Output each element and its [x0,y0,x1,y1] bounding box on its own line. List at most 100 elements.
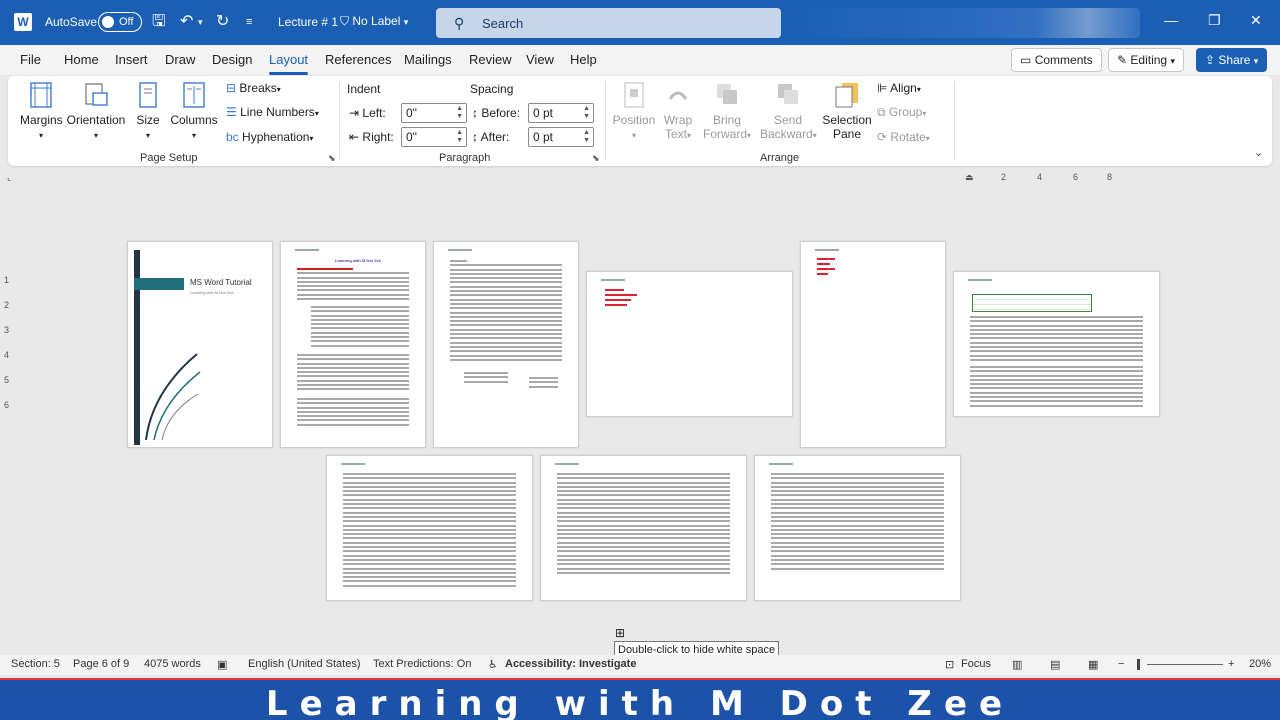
hide-white-space-cursor-icon: ⊞ [615,626,626,640]
collapse-ribbon-icon[interactable]: ⌄ [1254,146,1263,159]
page-thumbnail-2[interactable]: Learning with M Dot Zee [280,241,426,448]
maximize-icon[interactable]: ❐ [1208,12,1221,29]
search-icon: ⚲ [454,15,465,31]
comment-icon: ▭ [1020,53,1032,67]
web-layout-icon[interactable]: ▦ [1088,658,1098,671]
page-thumbnail-5[interactable] [800,241,946,448]
spacing-before-input[interactable]: 0 pt ▲ ▼ [528,103,594,123]
orientation-button[interactable]: Orientation ▾ [66,81,126,141]
zoom-out-icon[interactable]: − [1118,658,1124,670]
tab-file[interactable]: File [20,52,41,67]
wrap-text-button[interactable]: Wrap Text▾ [660,81,696,141]
zoom-in-icon[interactable]: + [1228,658,1234,670]
vertical-ruler[interactable]: 1 2 3 4 5 6 [4,260,16,410]
size-button[interactable]: Size ▾ [132,81,164,141]
spinner-icon[interactable]: ▲ ▼ [583,129,590,145]
zoom-level[interactable]: 20% [1249,658,1271,670]
ribbon-tabs: File Home Insert Draw Design Layout Refe… [0,45,1280,75]
document-title[interactable]: Lecture # 1 [278,15,338,29]
tab-review[interactable]: Review [469,52,512,67]
read-mode-icon[interactable]: ▥ [1012,658,1022,671]
breaks-button[interactable]: ⊟ Breaks▾ [226,81,281,95]
zoom-slider[interactable] [1147,664,1223,665]
wrap-text-icon [668,91,688,100]
indent-marker-icon[interactable]: ⏏ [965,172,974,183]
minimize-icon[interactable]: — [1164,12,1178,28]
indent-left-input[interactable]: 0" ▲ ▼ [401,103,467,123]
columns-icon [183,82,205,108]
accessibility-status[interactable]: Accessibility: Investigate [505,658,636,670]
page-thumbnail-7[interactable] [326,455,533,601]
comments-button[interactable]: ▭ Comments [1011,48,1102,72]
tab-draw[interactable]: Draw [165,52,195,67]
ruler-tick: 8 [1107,172,1113,182]
redo-icon[interactable]: ↻ [216,12,229,32]
ruler-tick: 3 [4,325,10,335]
selection-pane-button[interactable]: Selection Pane [820,81,874,141]
word-count[interactable]: 4075 words [144,658,201,670]
tab-help[interactable]: Help [570,52,597,67]
align-button[interactable]: ⊫ Align▾ [877,81,921,95]
autosave-toggle[interactable]: Off [98,12,142,32]
autosave-label: AutoSave [45,15,98,29]
send-backward-button[interactable]: Send Backward▾ [760,81,817,141]
chevron-down-icon: ▾ [1170,56,1175,66]
tab-home[interactable]: Home [64,52,99,67]
indent-right-input[interactable]: 0" ▲ ▼ [401,127,467,147]
spinner-icon[interactable]: ▲ ▼ [456,105,463,121]
page-thumbnail-6[interactable] [953,271,1160,417]
spacing-after-input[interactable]: 0 pt ▲ ▼ [528,127,594,147]
rotate-button[interactable]: ⟳ Rotate▾ [877,130,930,144]
tab-insert[interactable]: Insert [115,52,148,67]
page-indicator[interactable]: Page 6 of 9 [73,658,129,670]
paragraph-launcher-icon[interactable]: ⬊ [592,153,600,164]
hyphenation-icon: bc [226,130,239,144]
columns-button[interactable]: Columns ▾ [170,81,218,141]
indent-right-icon: ⇤ [349,130,360,144]
group-button[interactable]: ⧉ Group▾ [877,105,926,120]
editing-label: Editing [1130,53,1168,67]
share-button[interactable]: ⇪ Share ▾ [1196,48,1268,72]
editing-mode-button[interactable]: ✎ Editing ▾ [1108,48,1184,72]
account-area[interactable] [790,8,1140,38]
page-thumbnail-4[interactable] [586,271,793,417]
accessibility-icon: ♿ [488,659,498,671]
horizontal-ruler[interactable]: ⏏ 2 4 6 8 [955,172,1160,184]
proofing-icon[interactable]: ▣ [217,658,227,671]
tab-layout[interactable]: Layout [269,52,309,75]
tab-view[interactable]: View [526,52,554,67]
save-icon[interactable]: 🖫 [152,12,166,32]
page-setup-launcher-icon[interactable]: ⬊ [328,153,336,164]
focus-button[interactable]: Focus [961,658,991,670]
spacing-after-label: ↕ After: [472,130,510,144]
search-box[interactable]: ⚲ Search [436,8,781,38]
tab-design[interactable]: Design [212,52,252,67]
language-indicator[interactable]: English (United States) [248,658,361,670]
section-indicator[interactable]: Section: 5 [11,658,60,670]
undo-icon[interactable]: ↶ [180,12,193,32]
tab-selector-icon[interactable]: ⌞ [7,172,11,183]
margins-button[interactable]: Margins ▾ [20,81,63,141]
page-thumbnail-8[interactable] [540,455,747,601]
position-button[interactable]: Position ▾ [612,81,656,141]
group-icon: ⧉ [877,105,886,119]
page-thumbnail-1[interactable]: MS Word Tutorial Learning with M Dot Zee [127,241,273,448]
status-bar: Section: 5 Page 6 of 9 4075 words ▣ Engl… [0,655,1280,675]
print-layout-icon[interactable]: ▤ [1050,658,1060,671]
spinner-icon[interactable]: ▲ ▼ [583,105,590,121]
undo-dropdown-icon[interactable]: ▾ [198,12,203,32]
tab-references[interactable]: References [325,52,391,67]
spinner-icon[interactable]: ▲ ▼ [456,129,463,145]
page-thumbnail-3[interactable] [433,241,579,448]
tab-mailings[interactable]: Mailings [404,52,452,67]
line-numbers-button[interactable]: ☰ Line Numbers▾ [226,105,319,119]
page-thumbnail-9[interactable] [754,455,961,601]
hyphenation-button[interactable]: bc Hyphenation▾ [226,130,313,144]
zoom-slider-thumb[interactable] [1137,659,1140,670]
bring-forward-button[interactable]: Bring Forward▾ [702,81,752,141]
position-icon [624,82,644,108]
close-icon[interactable]: ✕ [1250,12,1262,29]
text-predictions[interactable]: Text Predictions: On [373,658,471,670]
sensitivity-label-button[interactable]: ⛉ No Label ▾ [340,14,408,29]
customize-toolbar-icon[interactable]: ≡ [246,12,252,32]
